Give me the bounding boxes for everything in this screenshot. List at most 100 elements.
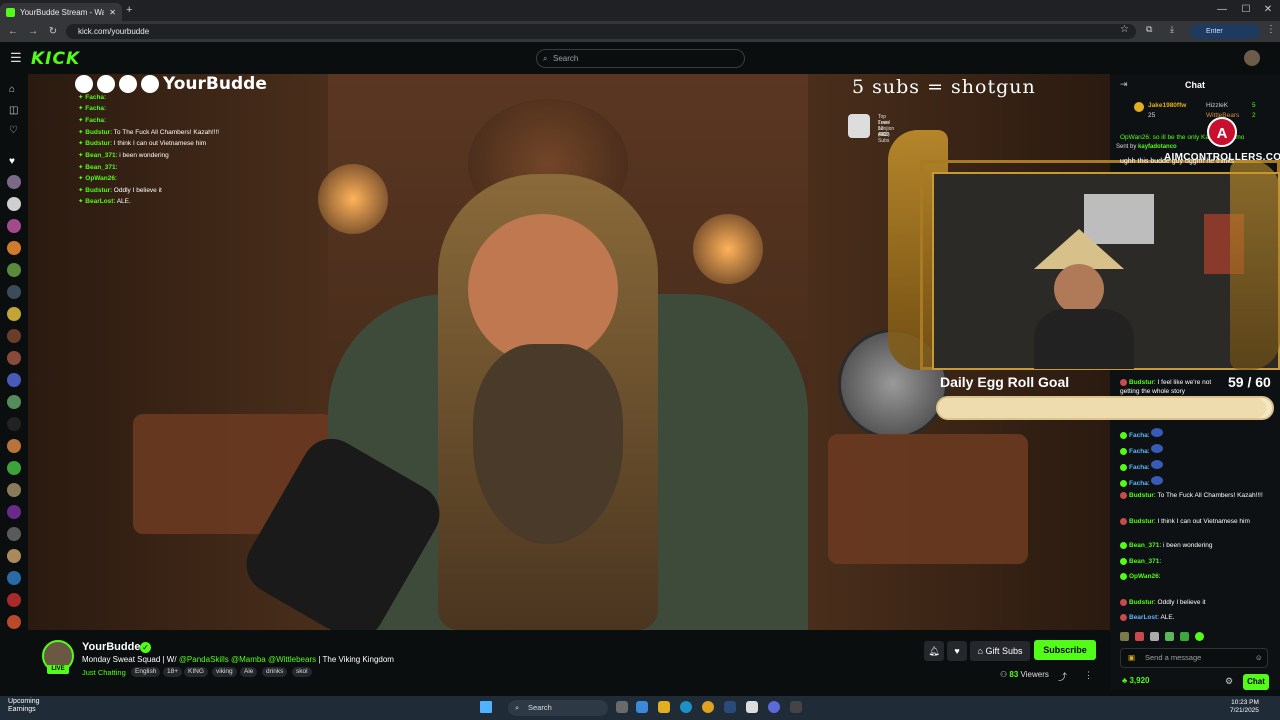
followed-channel-avatar[interactable] xyxy=(7,175,21,189)
notifications-bell-icon[interactable]: 🔔︎ xyxy=(924,641,944,661)
left-sidebar: ⌂ ◫ ♡ ♥ xyxy=(0,74,28,644)
passphrase-button[interactable]: Enter passphrase xyxy=(1190,24,1260,50)
stream-tag[interactable]: 18+ xyxy=(163,667,183,677)
home-icon[interactable]: ⌂ xyxy=(9,84,15,95)
stream-tag[interactable]: viking xyxy=(212,667,237,677)
stream-tag[interactable]: skol xyxy=(292,667,312,677)
discord-icon[interactable] xyxy=(768,701,780,713)
overlay-chat-line: ✦ Facha: xyxy=(78,94,106,101)
reload-icon[interactable]: ↻ xyxy=(46,25,60,39)
followed-channel-avatar[interactable] xyxy=(7,571,21,585)
chat-message: Facha: xyxy=(1120,476,1164,487)
chat-message: OpWan26: xyxy=(1120,573,1161,580)
followed-channel-avatar[interactable] xyxy=(7,373,21,387)
follow-heart-icon[interactable]: ♥ xyxy=(947,641,967,661)
edge-browser-icon[interactable] xyxy=(680,701,692,713)
app-icon[interactable] xyxy=(746,701,758,713)
followed-channel-avatar[interactable] xyxy=(7,527,21,541)
stream-tag[interactable]: Ale xyxy=(240,667,258,677)
bookmark-star-icon[interactable]: ☆ xyxy=(1120,24,1129,35)
window-close-icon[interactable]: ✕ xyxy=(1256,3,1280,17)
more-options-icon[interactable]: ⋮ xyxy=(1084,670,1093,681)
subscribe-button[interactable]: Subscribe xyxy=(1034,640,1096,660)
followed-channel-avatar[interactable] xyxy=(7,461,21,475)
steam-icon[interactable] xyxy=(724,701,736,713)
instagram-icon xyxy=(97,75,115,93)
emote-icon[interactable] xyxy=(1195,632,1204,641)
followed-channel-avatar[interactable] xyxy=(7,351,21,365)
kick-favicon-icon xyxy=(6,7,15,17)
search-input[interactable]: ⌕ Search xyxy=(536,49,745,68)
followed-channel-avatar[interactable] xyxy=(7,549,21,563)
followed-channel-avatar[interactable] xyxy=(7,241,21,255)
overlay-chat-line: ✦ Bean_371: xyxy=(78,164,118,171)
file-explorer-icon[interactable] xyxy=(658,701,670,713)
back-icon[interactable]: ← xyxy=(6,25,20,39)
url-field[interactable]: kick.com/yourbudde xyxy=(66,24,1136,39)
stream-tag[interactable]: drinks xyxy=(262,667,288,677)
user-avatar[interactable] xyxy=(1244,50,1260,66)
emote-icon[interactable] xyxy=(1180,632,1189,641)
browser-tab[interactable]: YourBudde Stream - Watch Live ✕ xyxy=(0,3,122,21)
leaderboard-user[interactable]: Jake1980ffw xyxy=(1148,102,1186,109)
new-tab-button[interactable]: + xyxy=(126,4,132,16)
following-icon[interactable]: ♡ xyxy=(9,125,18,136)
chat-message-input[interactable]: ▣ Send a message ☺ xyxy=(1120,648,1268,668)
followed-channel-avatar[interactable] xyxy=(7,395,21,409)
send-chat-button[interactable]: Chat xyxy=(1243,674,1269,690)
extensions-icon[interactable]: ⧉ xyxy=(1146,24,1152,35)
chat-settings-badge-icon[interactable]: ▣ xyxy=(1128,649,1135,667)
followed-channel-avatar[interactable] xyxy=(7,219,21,233)
browse-icon[interactable]: ◫ xyxy=(9,105,18,116)
leaderboard-user[interactable]: HizzleK xyxy=(1206,102,1228,109)
chat-settings-icon[interactable]: ⚙ xyxy=(1225,676,1233,687)
emoji-picker-icon[interactable]: ☺ xyxy=(1255,649,1263,667)
tab-close-icon[interactable]: ✕ xyxy=(109,8,116,17)
collapse-chat-icon[interactable]: ⇥ xyxy=(1120,79,1128,90)
followed-channel-avatar[interactable] xyxy=(7,417,21,431)
chat-message: Bean_371: i been wondering xyxy=(1120,542,1212,549)
followed-channel-avatar[interactable] xyxy=(7,505,21,519)
system-clock[interactable]: 10:23 PM 7/21/2025 xyxy=(1230,699,1259,715)
followed-channel-avatar[interactable] xyxy=(7,329,21,343)
emote-icon[interactable] xyxy=(1135,632,1144,641)
task-view-icon[interactable] xyxy=(616,701,628,713)
stream-tag[interactable]: KING xyxy=(184,667,208,677)
maximize-icon[interactable]: ☐ xyxy=(1234,3,1258,17)
browser-menu-icon[interactable]: ⋮ xyxy=(1266,24,1276,35)
share-icon[interactable]: ⤴ xyxy=(1058,670,1067,683)
emote-icon xyxy=(1151,444,1164,453)
followed-channel-avatar[interactable] xyxy=(7,307,21,321)
sponsor-text: AIMCONTROLLERS.COM xyxy=(1164,152,1280,163)
channel-name[interactable]: YourBudde xyxy=(82,641,140,653)
followed-channel-avatar[interactable] xyxy=(7,285,21,299)
followed-channel-avatar[interactable] xyxy=(7,483,21,497)
chrome-icon[interactable] xyxy=(702,701,714,713)
emote-icon[interactable] xyxy=(1165,632,1174,641)
minimize-icon[interactable]: — xyxy=(1210,3,1234,17)
downloads-icon[interactable]: ⤓ xyxy=(1170,24,1174,35)
kick-logo[interactable]: KICK xyxy=(31,49,80,69)
followed-channel-avatar[interactable] xyxy=(7,439,21,453)
followed-channel-avatar[interactable] xyxy=(7,615,21,629)
guest-face xyxy=(1054,264,1104,314)
gift-subs-button[interactable]: ⌂ Gift Subs xyxy=(970,641,1030,661)
weather-widget[interactable]: Upcoming Earnings xyxy=(8,698,40,714)
followed-channel-avatar[interactable] xyxy=(7,593,21,607)
leaderboard-count: 5 xyxy=(1252,102,1256,109)
stream-category[interactable]: Just Chatting xyxy=(82,668,126,677)
stream-tag[interactable]: English xyxy=(131,667,161,677)
overlay-chat-line: ✦ Facha: xyxy=(78,105,106,112)
viewer-count: ⚇ 83 Viewers xyxy=(1000,670,1049,679)
kicks-balance[interactable]: ♣ 3,920 xyxy=(1122,676,1150,685)
windows-start-icon[interactable] xyxy=(480,701,492,713)
app-icon[interactable] xyxy=(790,701,802,713)
emote-icon[interactable] xyxy=(1120,632,1129,641)
forward-icon[interactable]: → xyxy=(26,25,40,39)
followed-channel-avatar[interactable] xyxy=(7,263,21,277)
hamburger-menu-icon[interactable]: ☰ xyxy=(10,50,22,66)
taskbar-search[interactable]: ⌕ Search xyxy=(508,700,608,716)
followed-channel-avatar[interactable] xyxy=(7,197,21,211)
emote-icon[interactable] xyxy=(1150,632,1159,641)
widgets-icon[interactable] xyxy=(636,701,648,713)
